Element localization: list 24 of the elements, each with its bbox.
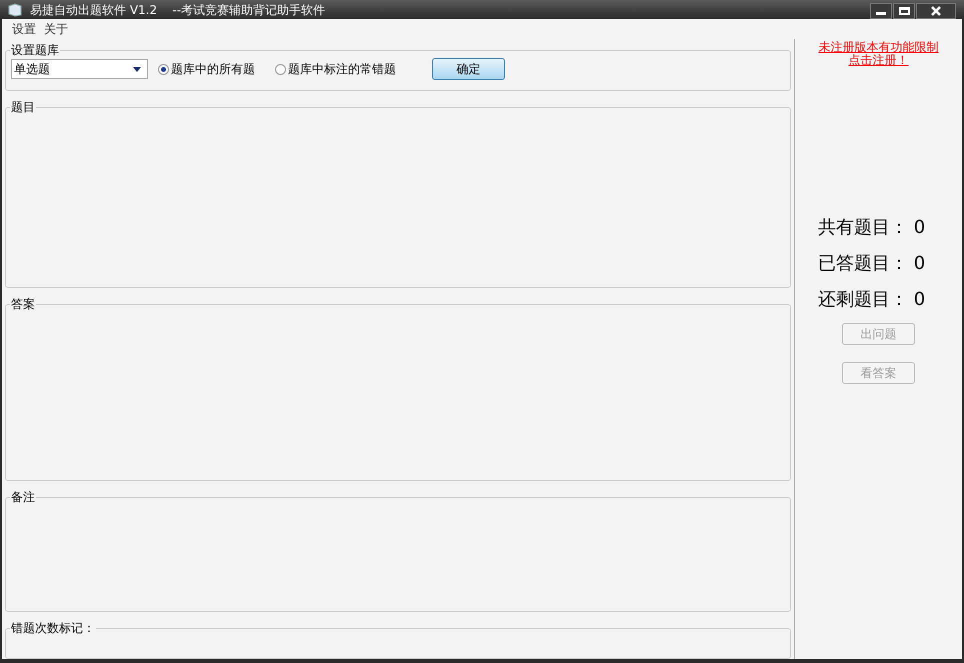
- stat-label: 共有题目：: [818, 217, 908, 239]
- caret-icon: [133, 66, 141, 72]
- stat-value: 0: [914, 289, 926, 311]
- stat-value: 0: [914, 217, 926, 239]
- window-title: 易捷自动出题软件 V1.2 --考试竞赛辅助背记助手软件: [30, 2, 326, 18]
- group-title: 错题次数标记：: [10, 620, 96, 637]
- question-type-dropdown[interactable]: 单选题: [11, 59, 148, 79]
- confirm-button[interactable]: 确定: [432, 58, 505, 80]
- minimize-button[interactable]: [870, 3, 892, 19]
- group-title: 备注: [10, 489, 36, 506]
- stat-value: 0: [914, 253, 926, 275]
- maximize-button[interactable]: [893, 3, 915, 19]
- register-link[interactable]: 未注册版本有功能限制 点击注册！: [818, 41, 938, 67]
- stat-label: 已答题目：: [818, 253, 908, 275]
- stat-label: 还剩题目：: [818, 289, 908, 311]
- group-title: 设置题库: [10, 42, 60, 59]
- close-button[interactable]: [916, 3, 956, 19]
- group-title: 答案: [10, 296, 36, 313]
- menu-item[interactable]: 设置: [12, 20, 36, 38]
- group-title: 题目: [10, 99, 36, 116]
- menu-item[interactable]: 关于: [44, 20, 68, 38]
- close-icon: [931, 6, 941, 16]
- radio-option[interactable]: 题库中标注的常错题: [275, 59, 396, 79]
- radio-option[interactable]: 题库中的所有题: [158, 59, 255, 79]
